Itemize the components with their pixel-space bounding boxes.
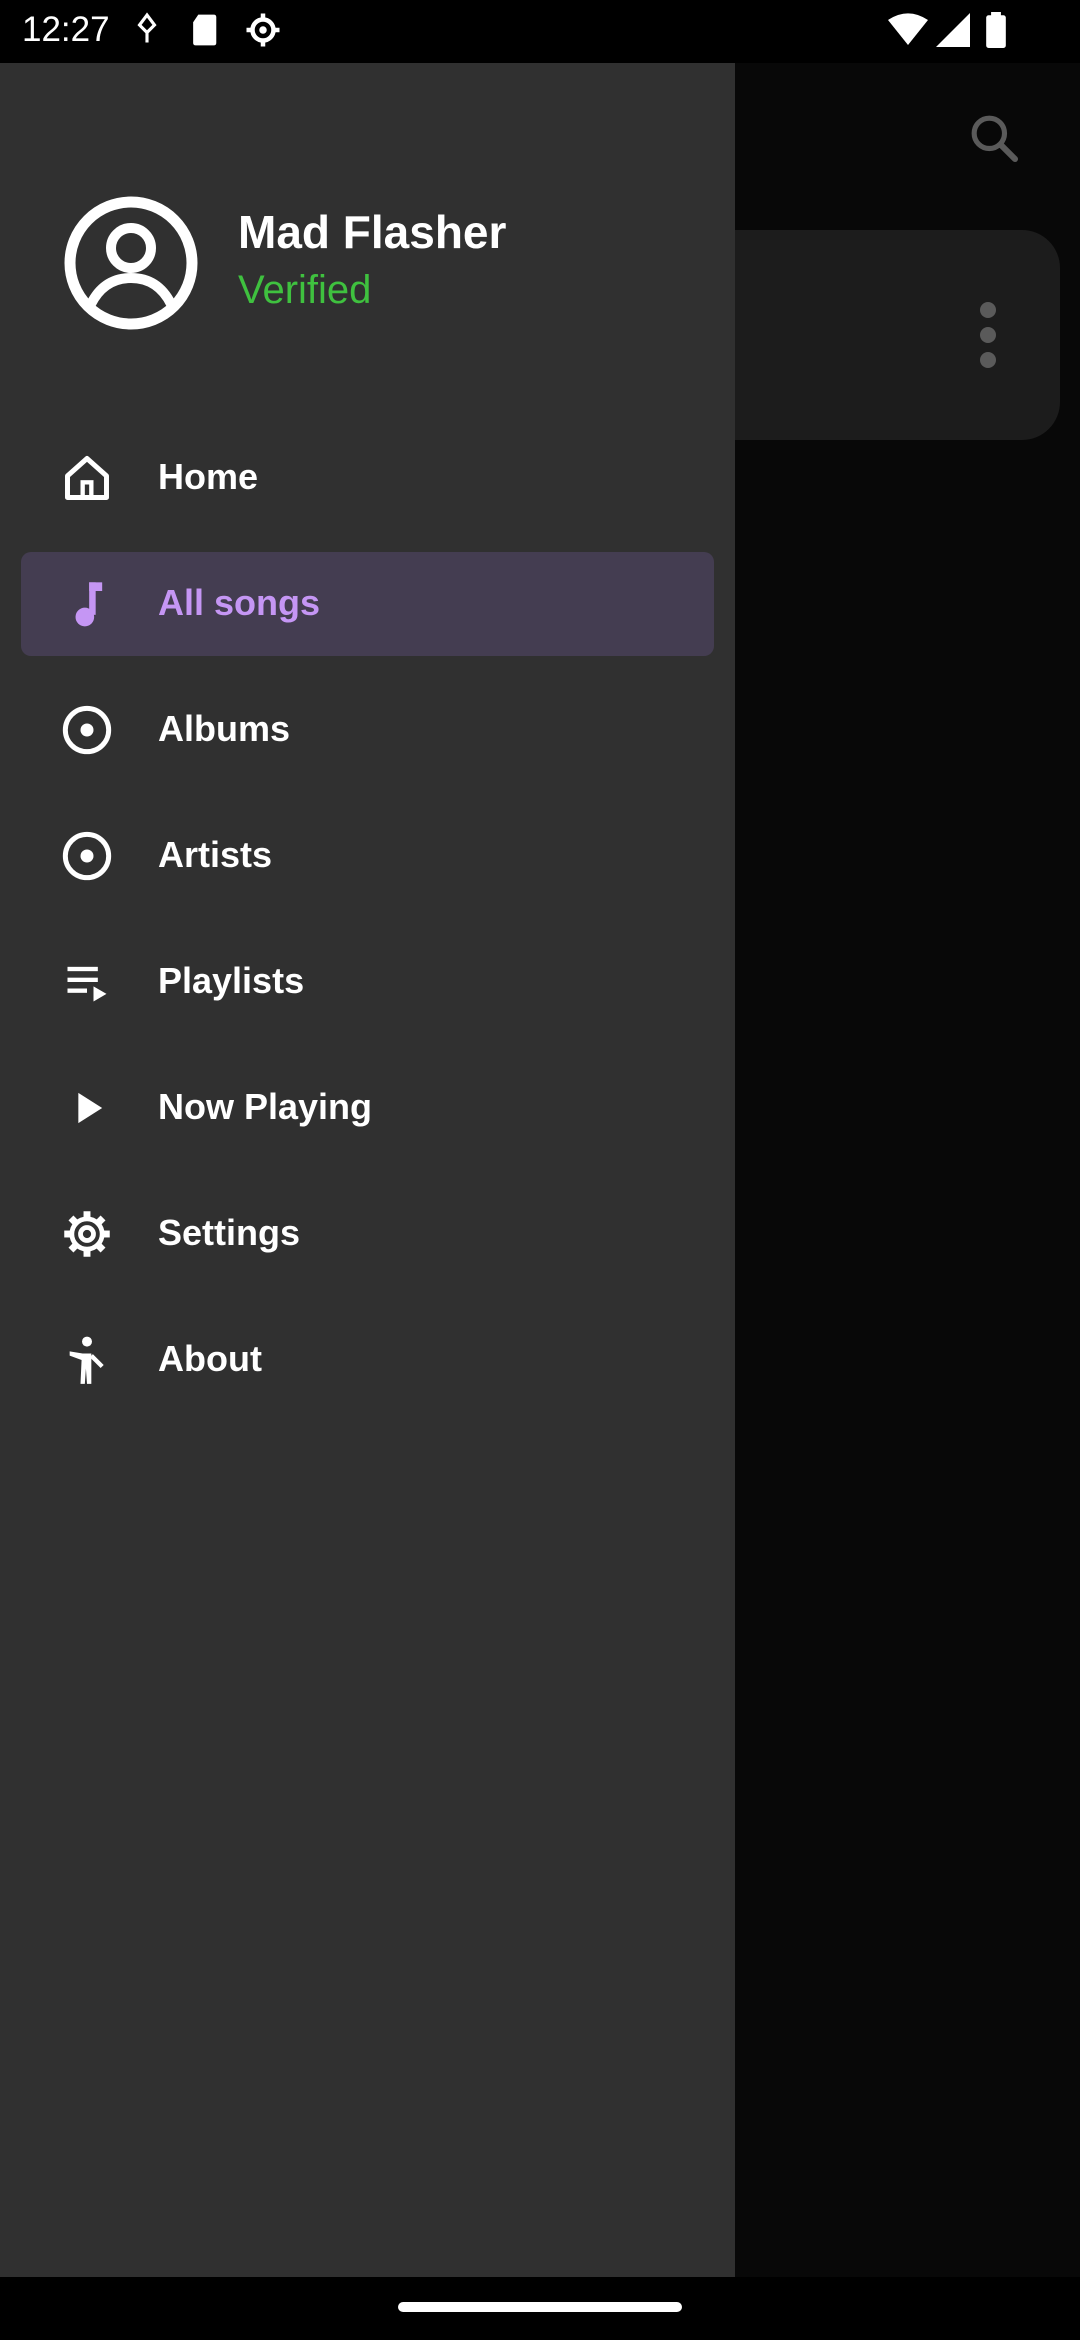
cell-signal-icon xyxy=(936,12,970,53)
playlist-icon xyxy=(61,956,113,1008)
nav-label-artists: Artists xyxy=(158,834,273,875)
navigation-drawer: Mad Flasher Verified Home All songs Albu… xyxy=(0,63,735,2277)
user-name: Mad Flasher xyxy=(238,206,507,258)
account-circle-icon xyxy=(64,196,198,335)
music-note-icon xyxy=(61,578,113,630)
settings-gear-icon xyxy=(245,12,281,53)
nav-label-playlists: Playlists xyxy=(158,960,305,1001)
nav-item-settings[interactable]: Settings xyxy=(21,1182,714,1286)
user-status: Verified xyxy=(238,268,372,312)
usb-debug-icon xyxy=(132,12,162,53)
status-bar: 12:27 xyxy=(0,0,1080,63)
play-icon xyxy=(61,1082,113,1134)
more-vertical-icon[interactable] xyxy=(978,300,998,375)
nav-item-home[interactable]: Home xyxy=(21,426,714,530)
nav-label-home: Home xyxy=(158,456,259,497)
nav-label-now-playing: Now Playing xyxy=(158,1086,373,1127)
nav-item-now-playing[interactable]: Now Playing xyxy=(21,1056,714,1160)
nav-label-all-songs: All songs xyxy=(158,582,321,623)
nav-item-about[interactable]: About xyxy=(21,1308,714,1412)
wifi-icon xyxy=(888,12,928,53)
status-time: 12:27 xyxy=(22,10,110,49)
nav-item-artists[interactable]: Artists xyxy=(21,804,714,908)
nav-label-settings: Settings xyxy=(158,1212,301,1253)
battery-icon xyxy=(986,12,1006,53)
home-icon xyxy=(61,452,113,504)
nav-label-albums: Albums xyxy=(158,708,291,749)
sd-card-icon xyxy=(190,12,222,53)
settings-icon xyxy=(61,1208,113,1260)
nav-item-all-songs[interactable]: All songs xyxy=(21,552,714,656)
search-icon[interactable] xyxy=(966,110,1022,171)
artist-icon xyxy=(61,830,113,882)
album-icon xyxy=(61,704,113,756)
home-gesture-handle[interactable] xyxy=(398,2302,682,2312)
nav-item-albums[interactable]: Albums xyxy=(21,678,714,782)
nav-item-playlists[interactable]: Playlists xyxy=(21,930,714,1034)
person-icon xyxy=(61,1334,113,1386)
nav-label-about: About xyxy=(158,1338,262,1379)
